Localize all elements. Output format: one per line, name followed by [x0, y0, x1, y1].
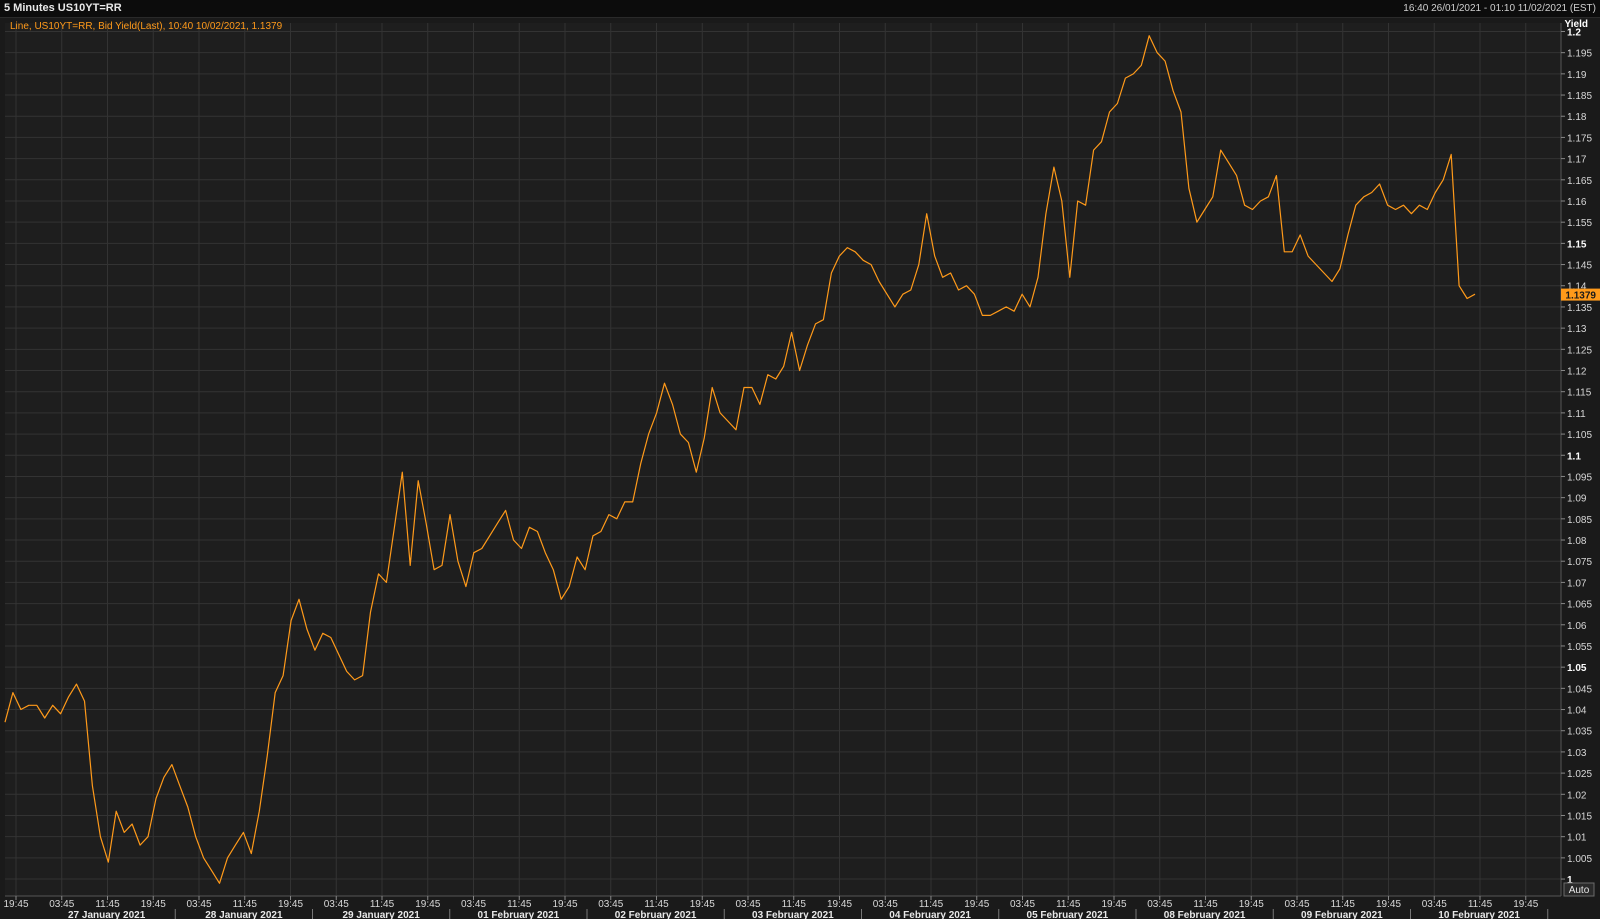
x-tick-label: 03:45 [735, 899, 760, 910]
price-tag-label: 1.1379 [1565, 291, 1596, 302]
y-tick-label: 1.08 [1567, 536, 1587, 547]
x-tick-label: 03:45 [598, 899, 623, 910]
x-tick-label: 11:45 [507, 899, 532, 910]
title-bar: 5 Minutes US10YT=RR 16:40 26/01/2021 - 0… [0, 0, 1600, 18]
y-tick-label: 1.18 [1567, 112, 1587, 123]
y-tick-label: 1.195 [1567, 49, 1592, 60]
y-tick-label: 1.125 [1567, 345, 1592, 356]
x-tick-label: 11:45 [782, 899, 807, 910]
x-tick-label: 11:45 [644, 899, 669, 910]
x-date-label: 09 February 2021 [1301, 910, 1383, 919]
x-tick-label: 19:45 [1513, 899, 1538, 910]
x-tick-label: 03:45 [461, 899, 486, 910]
y-tick-label: 1.07 [1567, 578, 1587, 589]
auto-button-label[interactable]: Auto [1569, 885, 1590, 896]
x-tick-label: 19:45 [964, 899, 989, 910]
y-tick-label: 1.045 [1567, 684, 1592, 695]
x-date-label: 02 February 2021 [615, 910, 697, 919]
x-tick-label: 11:45 [1056, 899, 1081, 910]
x-tick-label: 19:45 [1101, 899, 1126, 910]
x-tick-label: 11:45 [1468, 899, 1493, 910]
x-date-label: 01 February 2021 [478, 910, 560, 919]
y-tick-label: 1.005 [1567, 854, 1592, 865]
y-tick-label: 1.035 [1567, 727, 1592, 738]
x-tick-label: 19:45 [278, 899, 303, 910]
y-tick-label: 1.02 [1567, 790, 1587, 801]
y-tick-label: 1.075 [1567, 557, 1592, 568]
y-tick-label: 1.025 [1567, 769, 1592, 780]
x-tick-label: 03:45 [1422, 899, 1447, 910]
y-tick-label: 1.105 [1567, 430, 1592, 441]
x-tick-label: 11:45 [919, 899, 944, 910]
date-range: 16:40 26/01/2021 - 01:10 11/02/2021 (EST… [1403, 3, 1596, 14]
x-tick-label: 11:45 [1331, 899, 1356, 910]
x-tick-label: 03:45 [1284, 899, 1309, 910]
y-tick-label: 1.16 [1567, 197, 1587, 208]
x-tick-label: 03:45 [1010, 899, 1035, 910]
y-tick-label: 1.1 [1567, 451, 1581, 462]
x-tick-label: 19:45 [3, 899, 28, 910]
y-tick-label: 1.015 [1567, 811, 1592, 822]
y-tick-label: 1.175 [1567, 133, 1592, 144]
line-chart[interactable]: Line, US10YT=RR, Bid Yield(Last), 10:40 … [0, 18, 1600, 919]
y-tick-label: 1.155 [1567, 218, 1592, 229]
x-date-label: 27 January 2021 [68, 910, 146, 919]
y-tick-label: 1.145 [1567, 261, 1592, 272]
y-tick-label: 1.15 [1567, 239, 1587, 250]
x-tick-label: 11:45 [1193, 899, 1218, 910]
x-date-label: 03 February 2021 [752, 910, 834, 919]
x-tick-label: 03:45 [49, 899, 74, 910]
y-tick-label: 1.11 [1567, 409, 1586, 420]
y-tick-label: 1.05 [1567, 663, 1587, 674]
x-tick-label: 11:45 [95, 899, 120, 910]
y-tick-label: 1.055 [1567, 642, 1592, 653]
last-price-tag: 1.1379 [1561, 288, 1600, 302]
y-tick-label: 1.01 [1567, 833, 1587, 844]
y-tick-label: 1.185 [1567, 91, 1592, 102]
y-tick-label: 1.135 [1567, 303, 1592, 314]
y-tick-label: 1.13 [1567, 324, 1587, 335]
x-tick-label: 03:45 [873, 899, 898, 910]
y-tick-label: 1.2 [1567, 27, 1581, 38]
x-date-label: 08 February 2021 [1164, 910, 1246, 919]
y-tick-label: 1.115 [1567, 388, 1592, 399]
plot-area[interactable]: Line, US10YT=RR, Bid Yield(Last), 10:40 … [0, 18, 1600, 919]
x-tick-label: 11:45 [370, 899, 395, 910]
x-tick-label: 19:45 [415, 899, 440, 910]
x-tick-label: 19:45 [141, 899, 166, 910]
y-tick-label: 1.165 [1567, 176, 1592, 187]
legend-text: Line, US10YT=RR, Bid Yield(Last), 10:40 … [10, 21, 283, 32]
y-tick-label: 1.03 [1567, 748, 1587, 759]
y-tick-label: 1.06 [1567, 621, 1587, 632]
y-tick-label: 1.12 [1567, 367, 1587, 378]
chart-window: 5 Minutes US10YT=RR 16:40 26/01/2021 - 0… [0, 0, 1600, 919]
x-date-label: 05 February 2021 [1027, 910, 1109, 919]
plot-background [5, 23, 1561, 896]
x-tick-label: 19:45 [1376, 899, 1401, 910]
y-tick-label: 1.09 [1567, 494, 1587, 505]
x-tick-label: 19:45 [827, 899, 852, 910]
y-tick-label: 1.065 [1567, 600, 1592, 611]
y-tick-label: 1.04 [1567, 706, 1587, 717]
y-tick-label: 1.095 [1567, 472, 1592, 483]
x-tick-label: 19:45 [552, 899, 577, 910]
y-tick-label: 1.17 [1567, 155, 1587, 166]
x-tick-label: 11:45 [233, 899, 258, 910]
x-tick-label: 03:45 [186, 899, 211, 910]
x-date-label: 10 February 2021 [1438, 910, 1520, 919]
x-tick-label: 19:45 [690, 899, 715, 910]
x-tick-label: 19:45 [1239, 899, 1264, 910]
x-tick-label: 03:45 [324, 899, 349, 910]
y-tick-label: 1.19 [1567, 70, 1587, 81]
x-tick-label: 03:45 [1147, 899, 1172, 910]
x-date-label: 28 January 2021 [205, 910, 283, 919]
chart-title: 5 Minutes US10YT=RR [4, 2, 122, 14]
y-tick-label: 1.085 [1567, 515, 1592, 526]
x-date-label: 04 February 2021 [889, 910, 971, 919]
x-date-label: 29 January 2021 [342, 910, 420, 919]
auto-scale-button[interactable]: Auto [1563, 882, 1595, 897]
